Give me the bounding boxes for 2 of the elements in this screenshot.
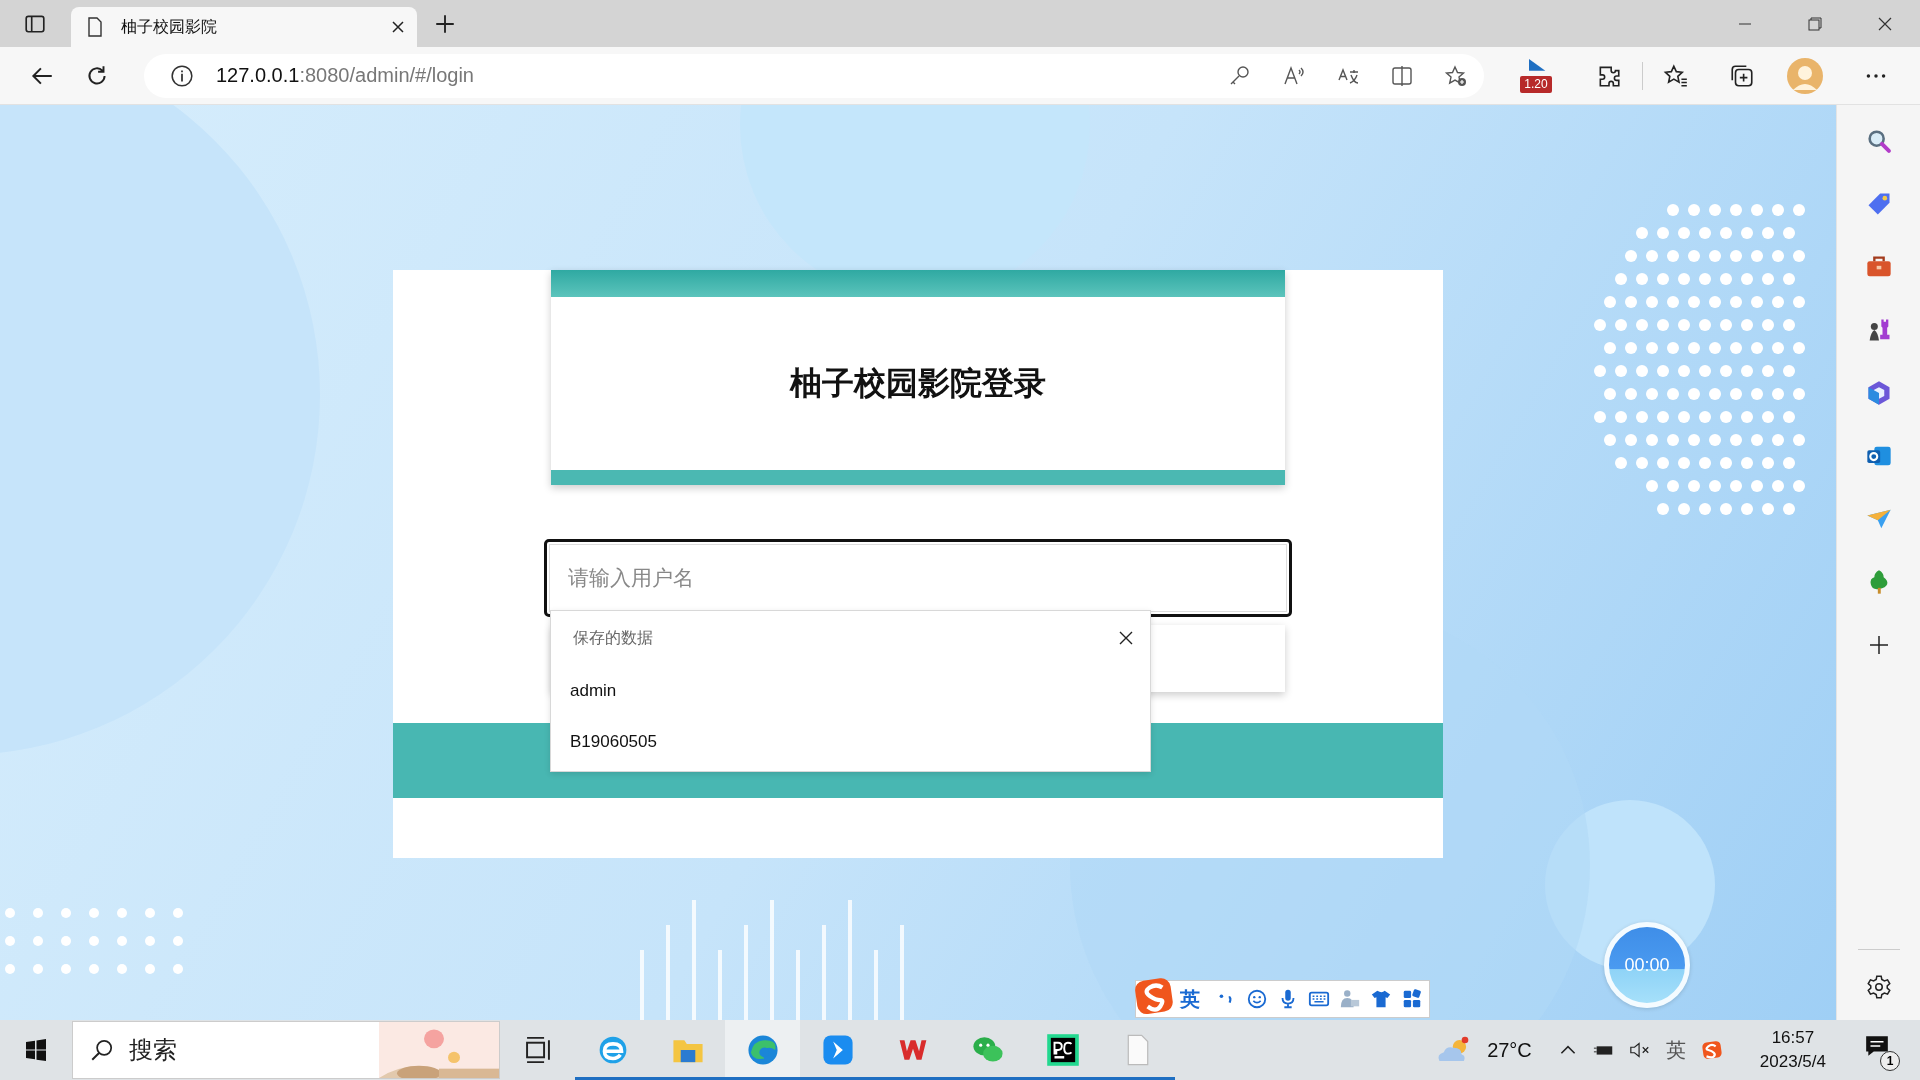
autofill-header: 保存的数据 [573, 627, 654, 649]
login-title: 柚子校园影院登录 [788, 362, 1047, 404]
